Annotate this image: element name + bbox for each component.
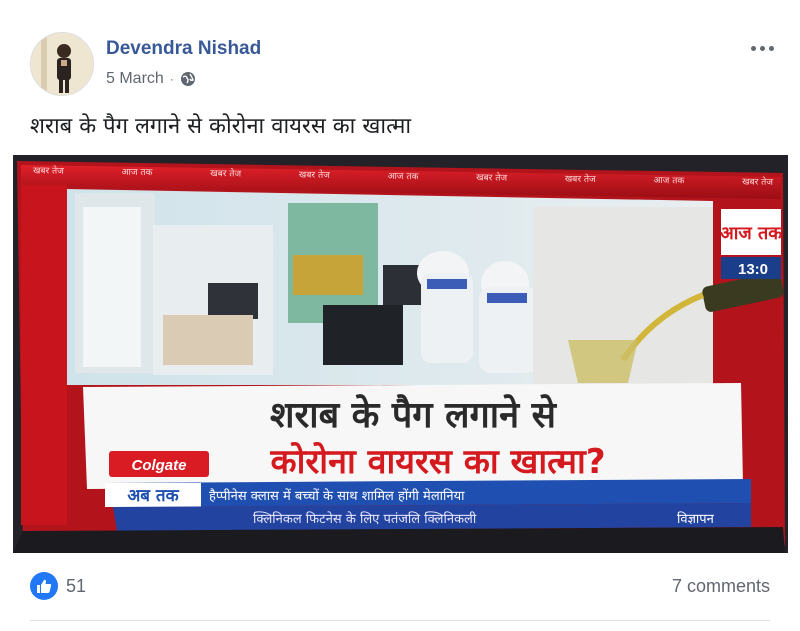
more-dot (750, 45, 756, 51)
strip-label: आज तक (653, 175, 685, 187)
strip-label: आज तक (387, 171, 419, 183)
comments-link[interactable]: 7 comments (672, 576, 770, 597)
strip-label: खबर तेज (298, 170, 330, 181)
clock: 13:0 (738, 261, 768, 278)
more-dot (768, 45, 774, 51)
ticker-text: हैप्पीनेस क्लास में बच्चों के साथ शामिल … (209, 488, 465, 504)
strip-label: खबर तेज (742, 177, 774, 188)
ad-label: विज्ञापन (677, 511, 715, 527)
strip-label: खबर तेज (564, 174, 596, 186)
post-meta: 5 March · (106, 70, 196, 88)
reaction-count[interactable]: 51 (66, 576, 86, 597)
thumbs-up-icon (37, 579, 52, 593)
headline-line-1: शराब के पैग लगाने से (270, 394, 558, 436)
post-header: Devendra Nishad 5 March · (30, 32, 780, 96)
meta-separator: · (169, 72, 174, 86)
avatar-photo (31, 33, 93, 95)
strip-label: खबर तेज (32, 166, 64, 177)
post-text: शराब के पैग लगाने से कोरोना वायरस का खात… (30, 114, 412, 139)
more-dot (759, 45, 765, 51)
sponsor-logo: Colgate (131, 457, 186, 474)
like-icon[interactable] (30, 572, 58, 600)
avatar[interactable] (30, 32, 94, 96)
globe-icon[interactable] (180, 71, 196, 87)
footer-divider (30, 620, 770, 621)
strip-label: खबर तेज (476, 173, 508, 184)
author-name[interactable]: Devendra Nishad (106, 38, 261, 60)
crawl-text: क्लिनिकल फिटनेस के लिए पतंजलि क्लिनिकली (253, 511, 477, 527)
ticker-label: अब तक (127, 486, 179, 506)
more-options-icon[interactable] (744, 36, 780, 60)
channel-logo: आज तक (720, 223, 783, 244)
tv-screen-image: आज तक 13:0 शराब के पैग लगाने से कोरोना व… (13, 155, 788, 553)
post-photo[interactable]: आज तक 13:0 शराब के पैग लगाने से कोरोना व… (13, 155, 788, 553)
post-footer: 51 7 comments (30, 570, 770, 604)
headline-line-2: कोरोना वायरस का खात्मा? (269, 441, 605, 482)
strip-label: आज तक (121, 167, 153, 179)
post-date[interactable]: 5 March (106, 70, 164, 88)
strip-label: खबर तेज (210, 168, 242, 180)
